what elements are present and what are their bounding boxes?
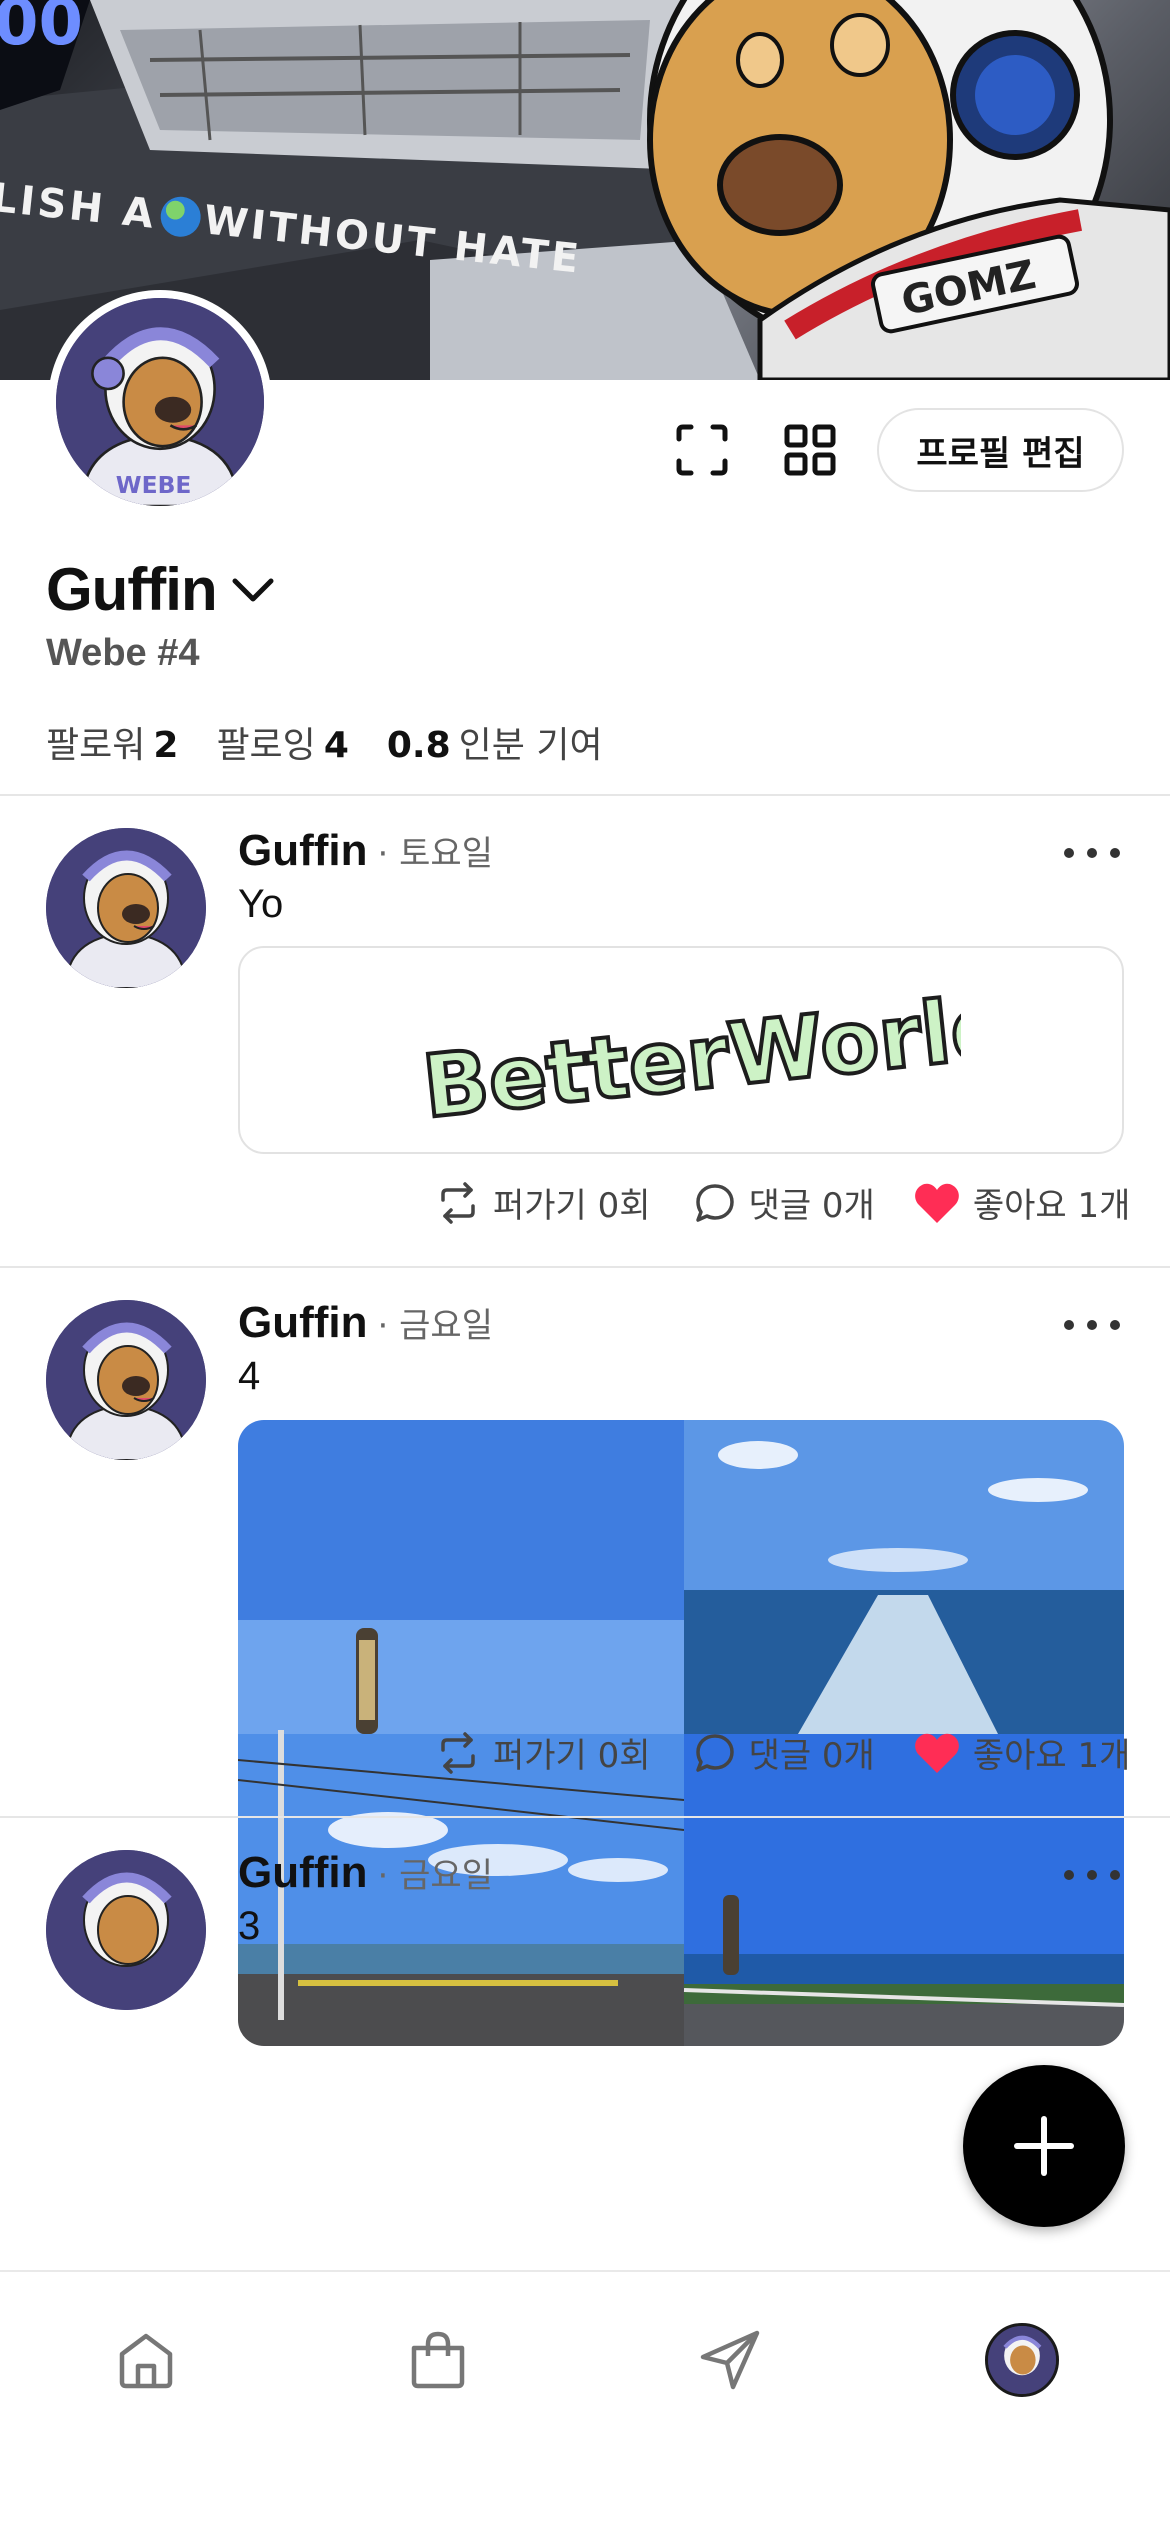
post-avatar[interactable] xyxy=(46,1850,206,2010)
post-time: · 금요일 xyxy=(377,1306,493,1346)
photo-2[interactable] xyxy=(684,1420,1124,1734)
svg-text:WEBE: WEBE xyxy=(116,471,192,499)
divider xyxy=(0,1816,1170,1818)
scan-button[interactable] xyxy=(670,418,734,482)
plus-icon xyxy=(1014,2116,1074,2176)
post-author[interactable]: Guffin xyxy=(238,1298,368,1348)
post-header: Guffin · 금요일 xyxy=(238,1298,493,1348)
chevron-down-icon xyxy=(232,578,274,601)
post-time: · 토요일 xyxy=(377,834,493,874)
profile-name: Guffin xyxy=(46,556,218,623)
scan-icon xyxy=(676,424,728,476)
nav-home[interactable] xyxy=(106,2320,186,2400)
send-icon xyxy=(700,2330,760,2390)
followers-stat[interactable]: 팔로워 2 xyxy=(46,716,178,768)
divider xyxy=(0,794,1170,796)
repost-button[interactable]: 퍼가기 0회 xyxy=(435,1728,651,1777)
more-icon xyxy=(1064,1320,1074,1330)
nav-shop[interactable] xyxy=(398,2320,478,2400)
globe-icon xyxy=(158,194,203,239)
grid-icon xyxy=(784,424,836,476)
more-button[interactable] xyxy=(1064,1310,1120,1340)
comment-button[interactable]: 댓글 0개 xyxy=(693,1178,875,1227)
shopping-bag-icon xyxy=(411,2331,465,2389)
post-avatar[interactable] xyxy=(46,828,206,988)
post-author[interactable]: Guffin xyxy=(238,826,368,876)
repost-button[interactable]: 퍼가기 0회 xyxy=(435,1178,651,1227)
avatar xyxy=(985,2323,1059,2397)
profile-name-row[interactable]: Guffin xyxy=(46,555,275,624)
post-header: Guffin · 금요일 xyxy=(238,1848,493,1898)
repost-icon xyxy=(441,1181,475,1224)
new-post-button[interactable] xyxy=(963,2065,1125,2227)
profile-stats: 팔로워 2 팔로잉 4 0.8 인분 기여 xyxy=(46,716,603,768)
betterworld-logo: BetterWorld xyxy=(416,980,961,1120)
nav-profile[interactable] xyxy=(982,2320,1062,2400)
grid-button[interactable] xyxy=(778,418,842,482)
profile-handle: Webe #4 xyxy=(46,632,200,674)
photo-4[interactable] xyxy=(683,1734,1124,2046)
post-text: 4 xyxy=(238,1354,261,1398)
post-time: · 금요일 xyxy=(377,1856,493,1896)
following-stat[interactable]: 팔로잉 4 xyxy=(216,716,348,768)
heart-icon xyxy=(914,1183,959,1223)
photo-1[interactable] xyxy=(238,1420,684,1734)
profile-avatar[interactable]: WEBE xyxy=(48,290,272,514)
more-button[interactable] xyxy=(1064,838,1120,868)
edit-profile-button[interactable]: 프로필 편집 xyxy=(877,408,1124,492)
divider xyxy=(0,1266,1170,1268)
post-actions: 퍼가기 0회 댓글 0개 좋아요 1개 xyxy=(435,1178,1130,1227)
comment-button[interactable]: 댓글 0개 xyxy=(693,1728,875,1777)
post-actions: 퍼가기 0회 댓글 0개 좋아요 1개 xyxy=(435,1728,1130,1777)
contribution-stat: 0.8 인분 기여 xyxy=(386,725,603,766)
post-author[interactable]: Guffin xyxy=(238,1848,368,1898)
post-header: Guffin · 토요일 xyxy=(238,826,493,876)
heart-icon xyxy=(914,1733,959,1773)
like-button[interactable]: 좋아요 1개 xyxy=(913,1178,1130,1227)
link-preview-card[interactable]: BetterWorld xyxy=(238,946,1124,1154)
more-icon xyxy=(1064,848,1074,858)
repost-icon xyxy=(441,1731,475,1774)
more-button[interactable] xyxy=(1064,1860,1120,1890)
nav-send[interactable] xyxy=(690,2320,770,2400)
comment-icon xyxy=(695,1183,734,1222)
svg-text:00: 00 xyxy=(0,0,83,60)
comment-icon xyxy=(695,1733,734,1772)
post-avatar[interactable] xyxy=(46,1300,206,1460)
svg-text:BetterWorld: BetterWorld xyxy=(418,980,961,1120)
bottom-nav xyxy=(0,2270,1170,2532)
more-icon xyxy=(1064,1870,1074,1880)
like-button[interactable]: 좋아요 1개 xyxy=(913,1728,1130,1777)
post-text: 3 xyxy=(238,1904,261,1948)
home-icon xyxy=(119,2333,173,2389)
post-text: Yo xyxy=(238,882,284,926)
